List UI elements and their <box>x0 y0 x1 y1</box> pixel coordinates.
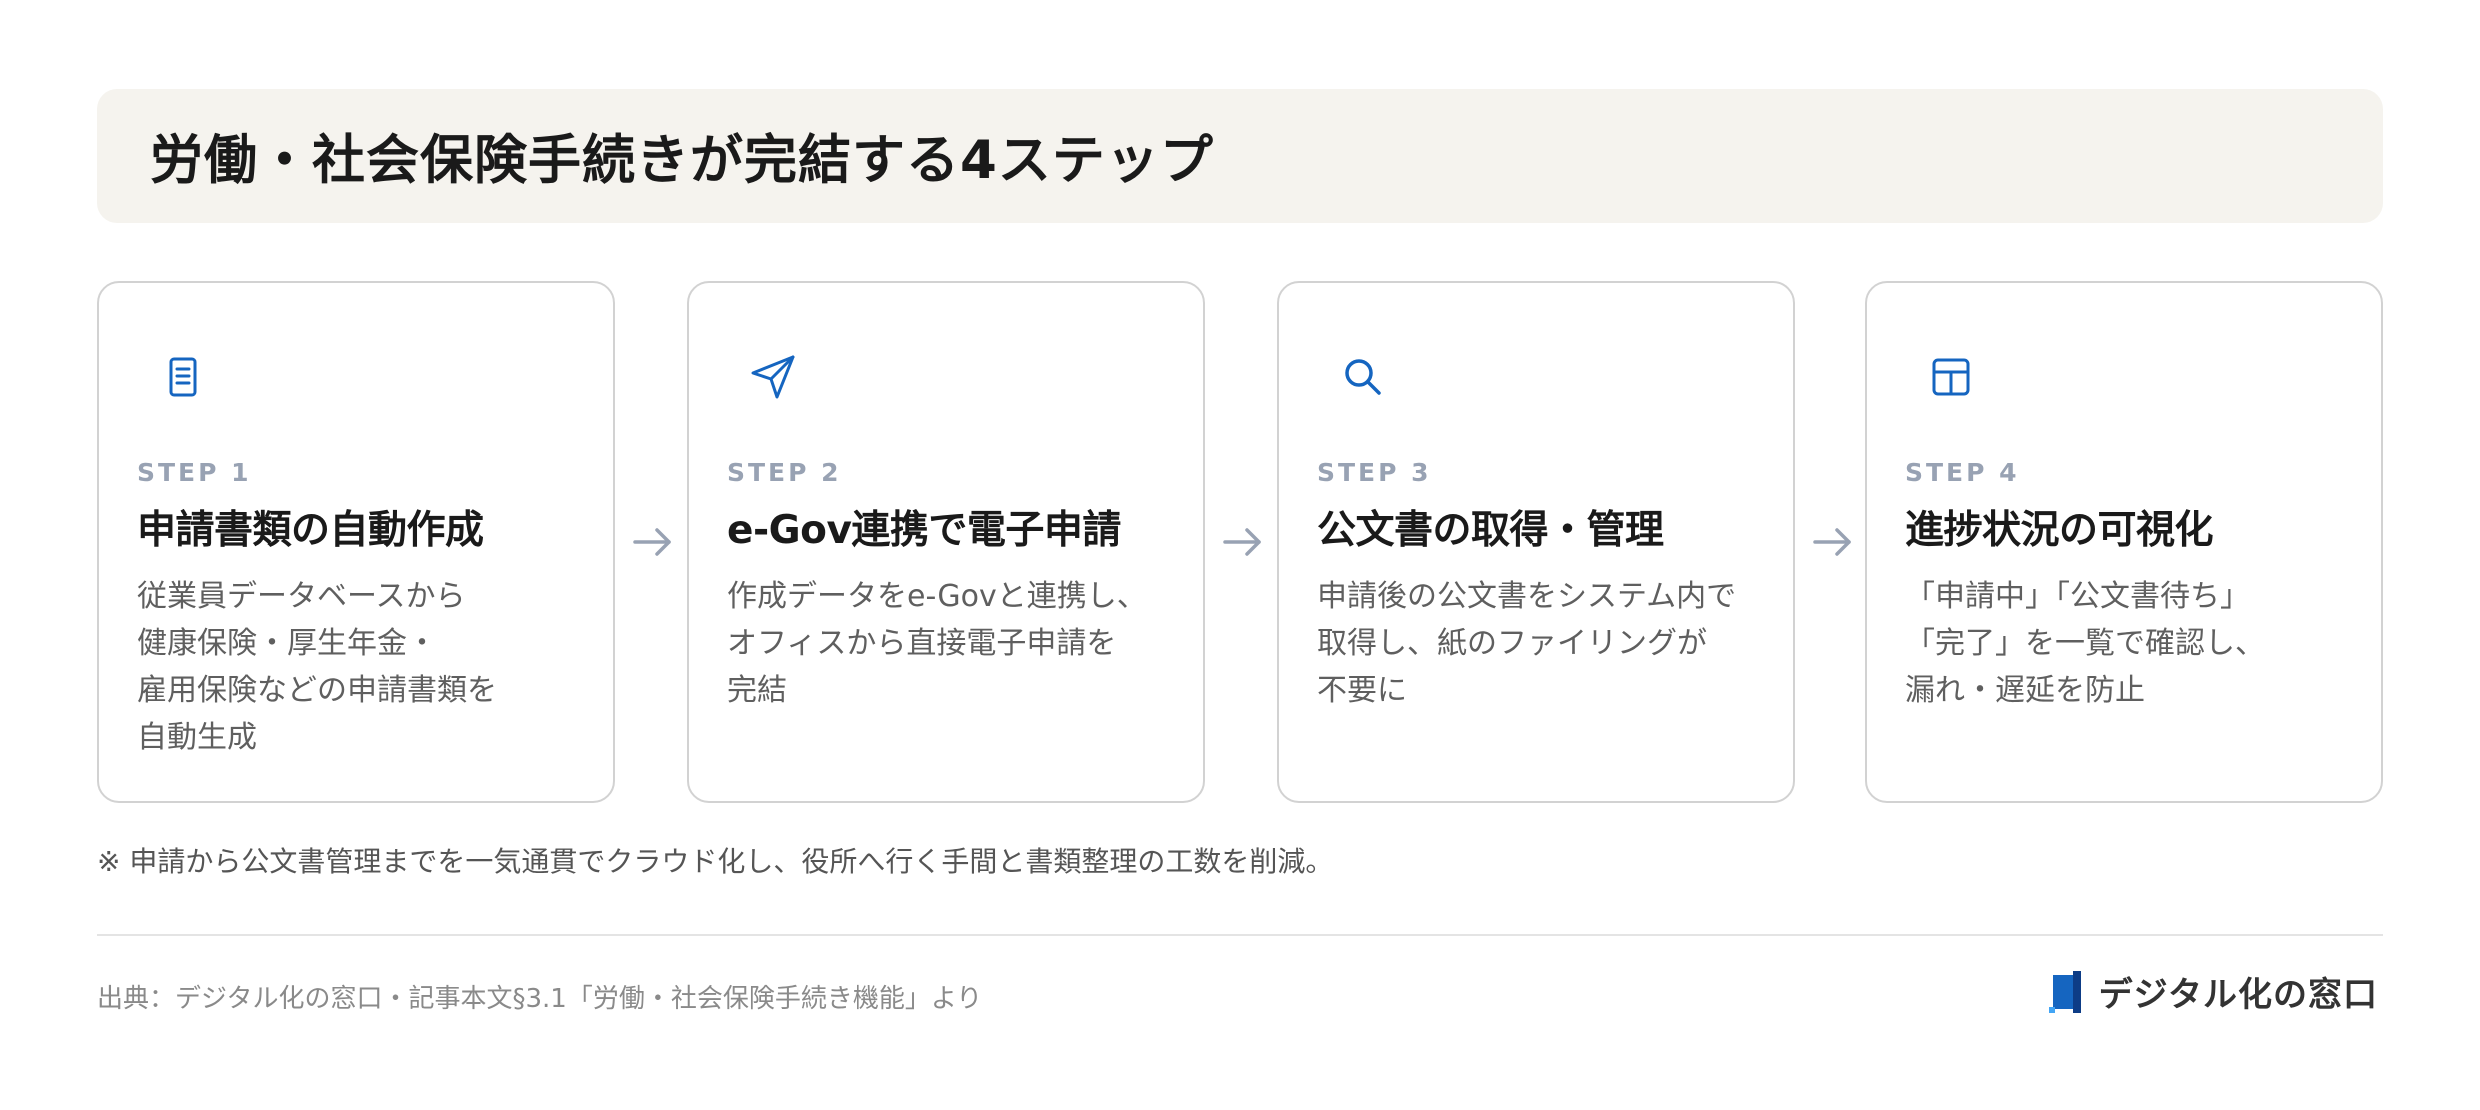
step-title: 進捗状況の可視化 <box>1905 508 2214 553</box>
page: 労働・社会保険手続きが完結する4ステップ STEP 1 申請書類の自動作成 従業… <box>0 0 2480 1110</box>
step-label: STEP 3 <box>1317 458 1432 487</box>
step-label: STEP 2 <box>727 458 842 487</box>
step-description-line: 「申請中」「公文書待ち」 <box>1905 579 2250 614</box>
step-flow: STEP 1 申請書類の自動作成 従業員データベースから 健康保険・厚生年金・ … <box>97 281 2383 803</box>
step-description-line: 従業員データベースから <box>137 579 466 614</box>
step-title: 公文書の取得・管理 <box>1317 508 1664 553</box>
step-description: 申請後の公文書をシステム内で 取得し、紙のファイリングが 不要に <box>1317 573 1767 714</box>
arrow-right-icon <box>1219 522 1267 562</box>
step-description-line: 不要に <box>1317 673 1407 708</box>
footnote: ※ 申請から公文書管理までを一気通貫でクラウド化し、役所へ行く手間と書類整理の工… <box>97 845 1334 878</box>
step-card-1: STEP 1 申請書類の自動作成 従業員データベースから 健康保険・厚生年金・ … <box>97 281 615 803</box>
step-description-line: 「完了」を一覧で確認し、 <box>1905 626 2265 661</box>
step-description-line: 漏れ・遅延を防止 <box>1905 673 2145 708</box>
step-description-line: 自動生成 <box>137 720 257 755</box>
step-description: 作成データをe-Govと連携し、 オフィスから直接電子申請を 完結 <box>727 573 1177 714</box>
brand-name: デジタル化の窓口 <box>2098 975 2378 1015</box>
step-description-line: 雇用保険などの申請書類を <box>137 673 497 708</box>
step-description-line: 作成データをe-Govと連携し、 <box>727 579 1147 614</box>
title-banner: 労働・社会保険手続きが完結する4ステップ <box>97 89 2383 223</box>
step-description-line: 健康保険・厚生年金・ <box>137 626 437 661</box>
step-description-line: 申請後の公文書をシステム内で <box>1317 579 1737 614</box>
step-description-line: 取得し、紙のファイリングが <box>1317 626 1707 661</box>
step-title: 申請書類の自動作成 <box>137 508 484 553</box>
step-description: 従業員データベースから 健康保険・厚生年金・ 雇用保険などの申請書類を 自動生成 <box>137 573 587 761</box>
step-card-2: STEP 2 e-Gov連携で電子申請 作成データをe-Govと連携し、 オフィ… <box>687 281 1205 803</box>
search-icon <box>1337 351 1389 403</box>
step-description: 「申請中」「公文書待ち」 「完了」を一覧で確認し、 漏れ・遅延を防止 <box>1905 573 2355 714</box>
source-citation: 出典：デジタル化の窓口・記事本文§3.1「労働・社会保険手続き機能」より <box>97 984 983 1014</box>
send-icon <box>747 351 799 403</box>
arrow-right-icon <box>629 522 677 562</box>
step-label: STEP 4 <box>1905 458 2020 487</box>
step-title: e-Gov連携で電子申請 <box>727 508 1121 553</box>
step-card-4: STEP 4 進捗状況の可視化 「申請中」「公文書待ち」 「完了」を一覧で確認し… <box>1865 281 2383 803</box>
arrow-right-icon <box>1809 522 1857 562</box>
step-description-line: オフィスから直接電子申請を <box>727 626 1117 661</box>
step-label: STEP 1 <box>137 458 252 487</box>
step-card-3: STEP 3 公文書の取得・管理 申請後の公文書をシステム内で 取得し、紙のファ… <box>1277 281 1795 803</box>
divider <box>97 934 2383 936</box>
page-title: 労働・社会保険手続きが完結する4ステップ <box>150 130 1214 191</box>
document-icon <box>157 351 209 403</box>
grid-table-icon <box>1925 351 1977 403</box>
brand-logo[interactable]: デジタル化の窓口 <box>2047 967 2378 1016</box>
window-logo-icon <box>2048 970 2081 1013</box>
step-description-line: 完結 <box>727 673 787 708</box>
